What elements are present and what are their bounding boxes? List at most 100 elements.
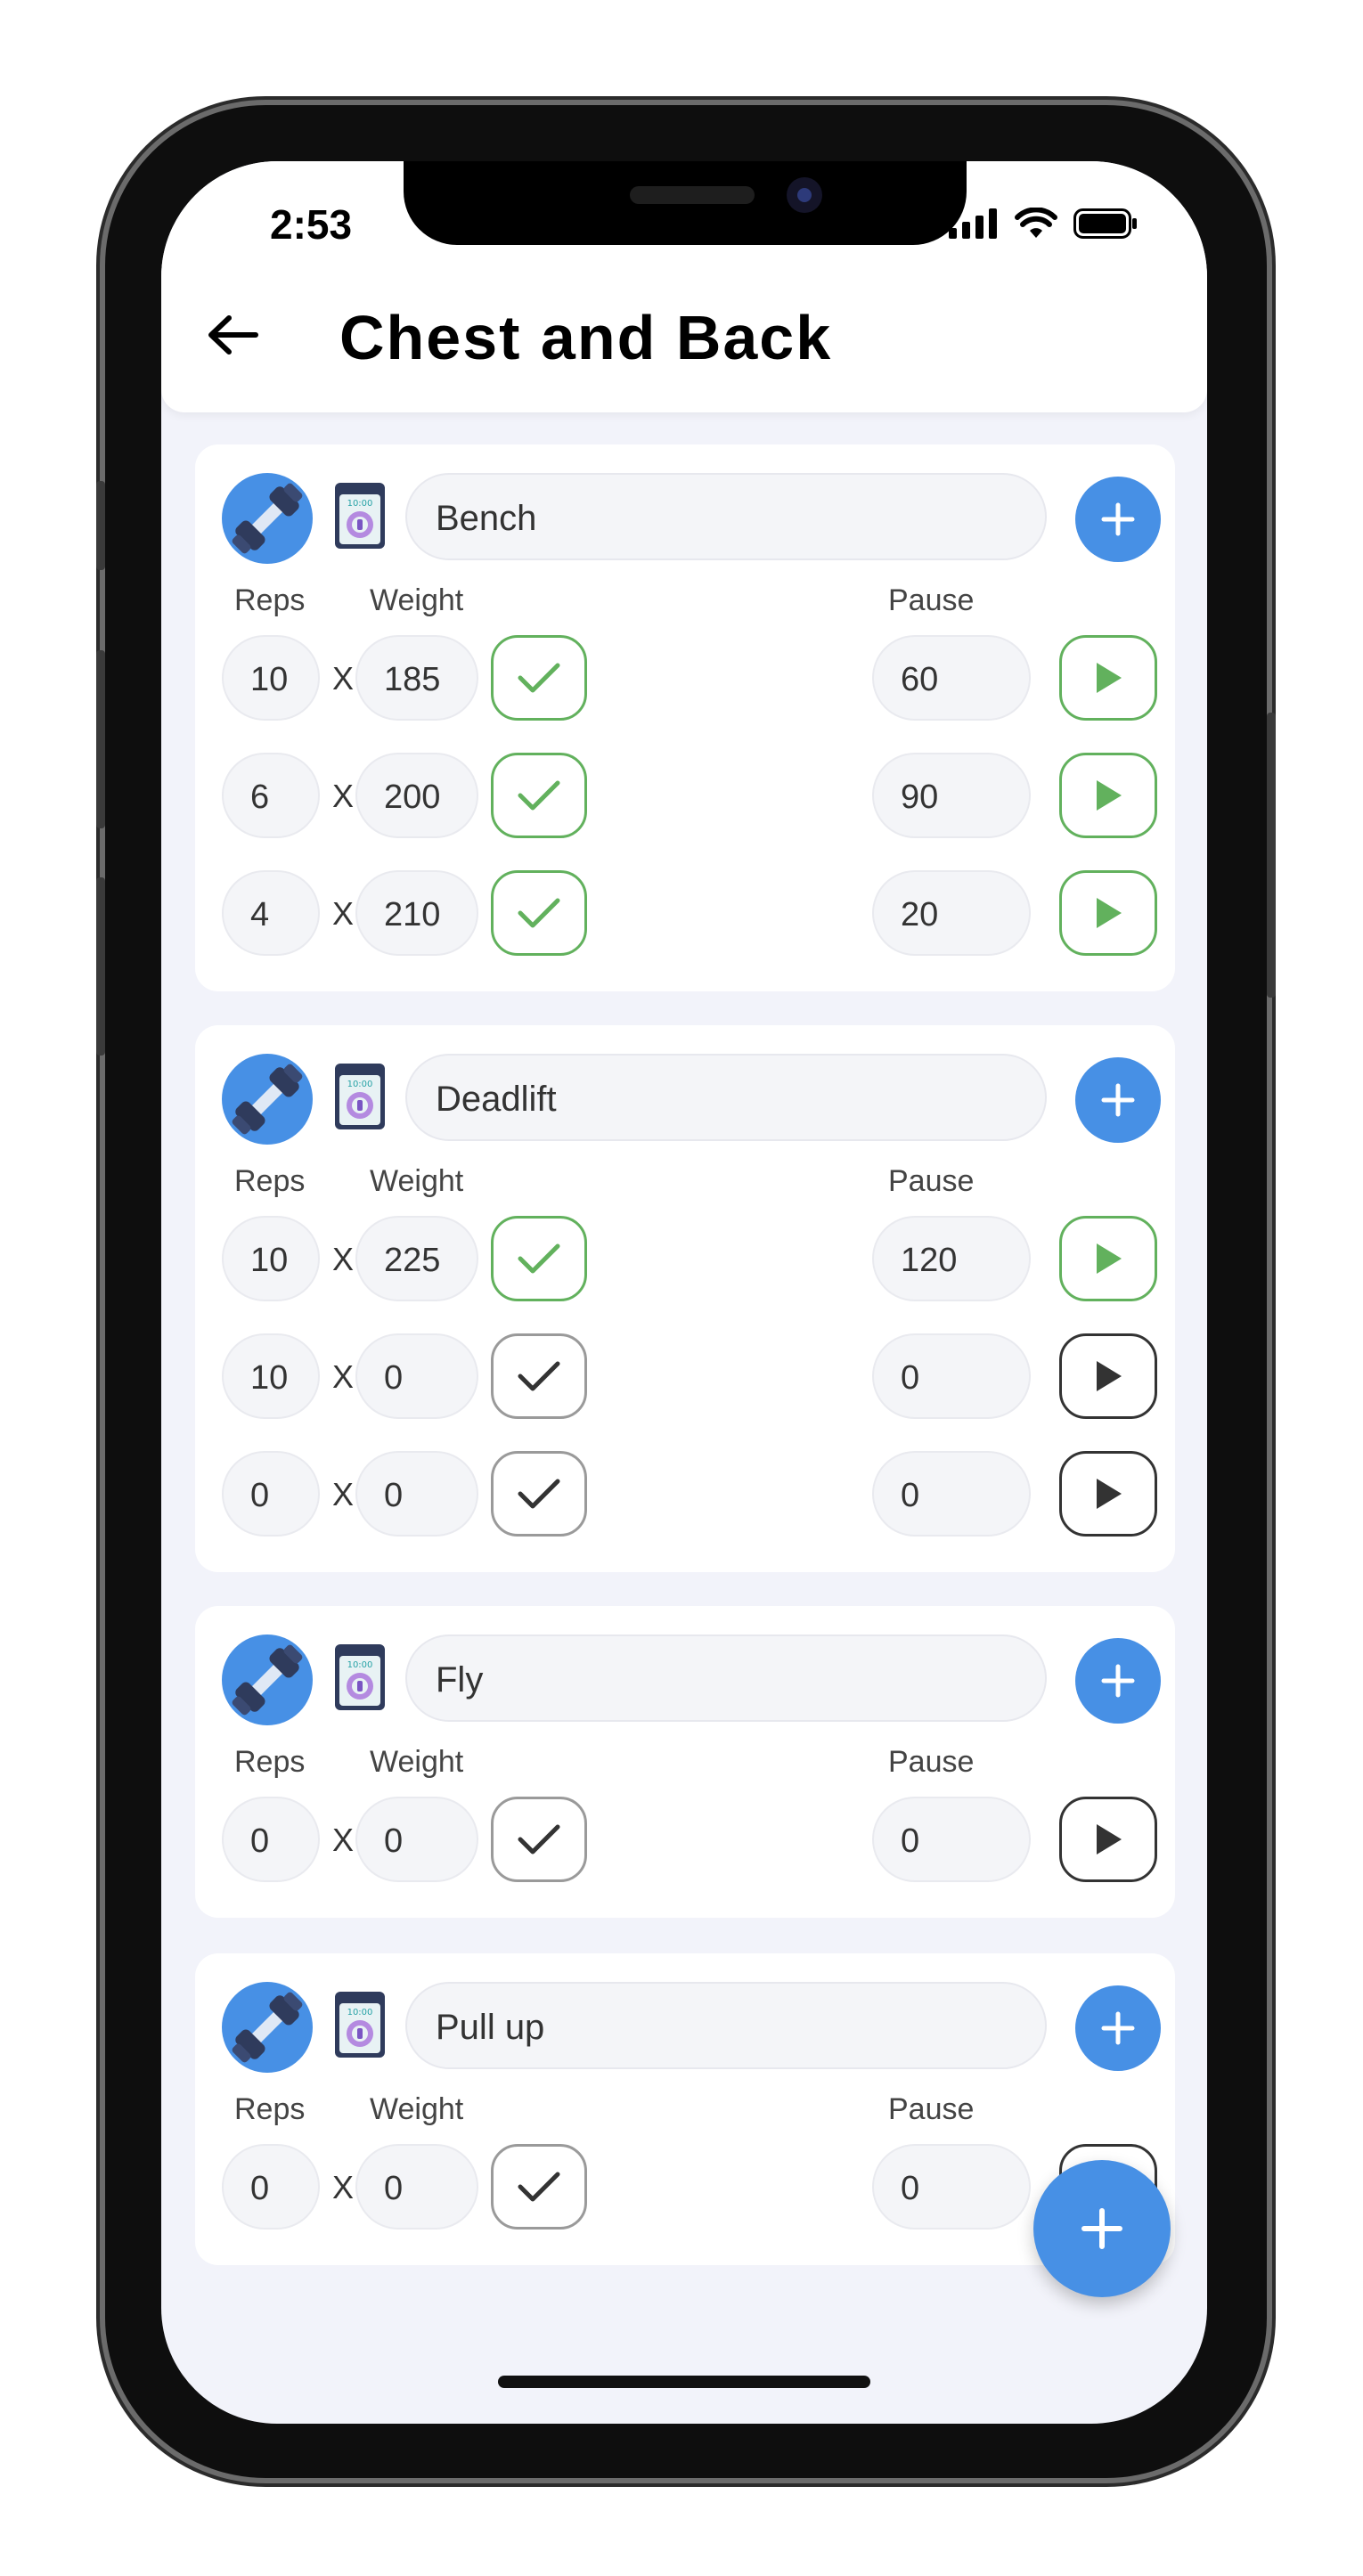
start-timer-button[interactable] xyxy=(1059,870,1157,956)
complete-set-button[interactable] xyxy=(491,1216,587,1301)
start-timer-button[interactable] xyxy=(1059,753,1157,838)
add-exercise-button[interactable] xyxy=(1033,2160,1171,2297)
reps-input[interactable]: 0 xyxy=(222,1797,320,1882)
svg-text:10:00: 10:00 xyxy=(347,1660,373,1670)
add-set-button[interactable] xyxy=(1075,1638,1161,1724)
weight-input[interactable]: 225 xyxy=(355,1216,478,1301)
pause-input[interactable]: 120 xyxy=(872,1216,1031,1301)
reps-input[interactable]: 4 xyxy=(222,870,320,956)
exercise-avatar[interactable] xyxy=(222,473,313,564)
start-timer-button[interactable] xyxy=(1059,1333,1157,1419)
pause-input[interactable]: 0 xyxy=(872,1333,1031,1419)
pause-input[interactable]: 0 xyxy=(872,2144,1031,2230)
weight-input[interactable]: 0 xyxy=(355,1451,478,1537)
weight-input[interactable]: 185 xyxy=(355,635,478,721)
add-set-button[interactable] xyxy=(1075,1057,1161,1143)
times-sign: X xyxy=(332,1822,355,1858)
weight-input[interactable]: 210 xyxy=(355,870,478,956)
plus-icon xyxy=(1101,1664,1135,1698)
exercise-card: 10:00 Bench Reps Weight Pause 10 X 185 60 6… xyxy=(195,444,1175,991)
reps-input[interactable]: 10 xyxy=(222,1333,320,1419)
notch-camera xyxy=(787,177,822,213)
dumbbell-icon xyxy=(232,1064,303,1135)
complete-set-button[interactable] xyxy=(491,1451,587,1537)
reps-input[interactable]: 10 xyxy=(222,635,320,721)
check-icon xyxy=(518,1243,560,1274)
timer-button[interactable]: 10:00 xyxy=(334,1991,386,2058)
exercise-avatar[interactable] xyxy=(222,1634,313,1725)
dumbbell-icon xyxy=(232,483,303,554)
reps-input[interactable]: 10 xyxy=(222,1216,320,1301)
reps-input[interactable]: 0 xyxy=(222,2144,320,2230)
start-timer-button[interactable] xyxy=(1059,635,1157,721)
check-icon xyxy=(518,2172,560,2202)
exercise-avatar[interactable] xyxy=(222,1054,313,1145)
pause-input[interactable]: 0 xyxy=(872,1451,1031,1537)
start-timer-button[interactable] xyxy=(1059,1797,1157,1882)
complete-set-button[interactable] xyxy=(491,1797,587,1882)
battery-icon xyxy=(1073,208,1137,239)
set-row: 0 X 0 0 xyxy=(195,1451,1175,1538)
weight-input[interactable]: 0 xyxy=(355,2144,478,2230)
weight-input[interactable]: 200 xyxy=(355,753,478,838)
start-timer-button[interactable] xyxy=(1059,1451,1157,1537)
play-icon xyxy=(1097,780,1122,811)
timer-icon: 10:00 xyxy=(335,1992,385,2058)
exercise-name-input[interactable]: Fly xyxy=(405,1634,1047,1722)
exercise-name-input[interactable]: Pull up xyxy=(405,1982,1047,2069)
play-icon xyxy=(1097,1243,1122,1274)
exercise-card: 10:00 Pull up Reps Weight Pause 0 X 0 0 xyxy=(195,1953,1175,2265)
play-icon xyxy=(1097,898,1122,928)
plus-icon xyxy=(1081,2208,1122,2249)
weight-label: Weight xyxy=(370,583,464,617)
times-sign: X xyxy=(332,895,355,932)
pause-label: Pause xyxy=(888,1745,975,1779)
timer-button[interactable]: 10:00 xyxy=(334,1063,386,1130)
complete-set-button[interactable] xyxy=(491,753,587,838)
check-icon xyxy=(518,1824,560,1855)
check-icon xyxy=(518,1479,560,1509)
weight-input[interactable]: 0 xyxy=(355,1797,478,1882)
timer-button[interactable]: 10:00 xyxy=(334,1643,386,1711)
complete-set-button[interactable] xyxy=(491,2144,587,2230)
set-row: 4 X 210 20 xyxy=(195,870,1175,958)
add-set-button[interactable] xyxy=(1075,477,1161,562)
status-icons xyxy=(949,208,1138,240)
reps-input[interactable]: 0 xyxy=(222,1451,320,1537)
svg-text:10:00: 10:00 xyxy=(347,2008,373,2018)
plus-icon xyxy=(1101,1083,1135,1117)
exercise-avatar[interactable] xyxy=(222,1982,313,2073)
page-title: Chest and Back xyxy=(339,303,833,372)
back-arrow-icon[interactable] xyxy=(206,313,259,357)
times-sign: X xyxy=(332,2169,355,2205)
weight-input[interactable]: 0 xyxy=(355,1333,478,1419)
reps-input[interactable]: 6 xyxy=(222,753,320,838)
add-set-button[interactable] xyxy=(1075,1985,1161,2071)
complete-set-button[interactable] xyxy=(491,870,587,956)
complete-set-button[interactable] xyxy=(491,1333,587,1419)
check-icon xyxy=(518,780,560,811)
pause-input[interactable]: 60 xyxy=(872,635,1031,721)
play-icon xyxy=(1097,1361,1122,1391)
set-row: 6 X 200 90 xyxy=(195,753,1175,840)
complete-set-button[interactable] xyxy=(491,635,587,721)
wifi-icon xyxy=(1015,208,1057,238)
status-time: 2:53 xyxy=(270,201,353,248)
pause-input[interactable]: 90 xyxy=(872,753,1031,838)
app-screen: 2:53 Chest and Back 10:00 Bench Reps Wei… xyxy=(161,161,1207,2424)
phone-side-button xyxy=(96,481,105,570)
timer-button[interactable]: 10:00 xyxy=(334,482,386,550)
set-row: 10 X 185 60 xyxy=(195,635,1175,722)
check-icon xyxy=(518,1361,560,1391)
exercise-name-input[interactable]: Bench xyxy=(405,473,1047,560)
play-icon xyxy=(1097,1824,1122,1855)
pause-label: Pause xyxy=(888,583,975,617)
pause-input[interactable]: 0 xyxy=(872,1797,1031,1882)
exercise-name-input[interactable]: Deadlift xyxy=(405,1054,1047,1141)
check-icon xyxy=(518,663,560,693)
times-sign: X xyxy=(332,660,355,697)
play-icon xyxy=(1097,1479,1122,1509)
set-row: 10 X 0 0 xyxy=(195,1333,1175,1421)
start-timer-button[interactable] xyxy=(1059,1216,1157,1301)
pause-input[interactable]: 20 xyxy=(872,870,1031,956)
